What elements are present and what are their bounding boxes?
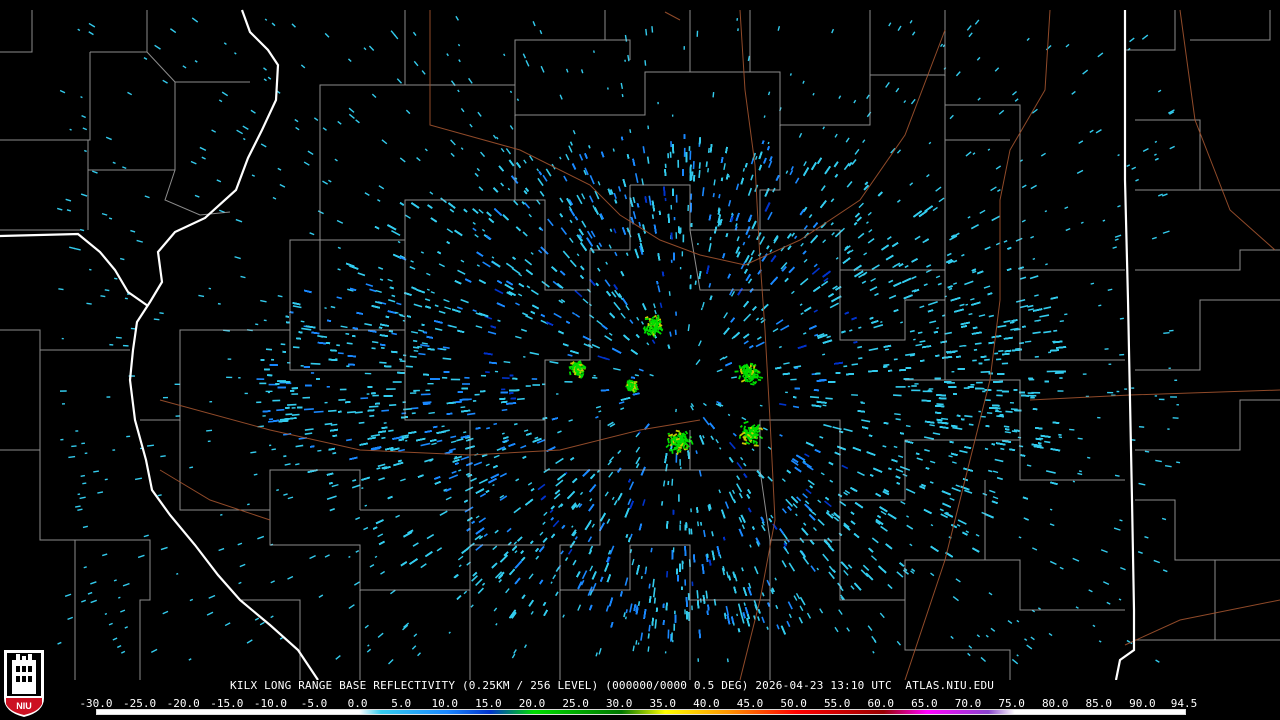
echo-speckle bbox=[677, 159, 680, 168]
echo-speckle bbox=[259, 382, 267, 385]
echo-speckle bbox=[310, 372, 315, 374]
echo-speckle bbox=[420, 393, 431, 396]
echo-speckle bbox=[670, 259, 673, 263]
echo-speckle bbox=[677, 226, 680, 234]
echo-speckle bbox=[326, 386, 330, 388]
echo-speckle bbox=[372, 394, 379, 397]
echo-speckle bbox=[386, 388, 396, 390]
echo-speckle bbox=[271, 358, 275, 361]
echo-speckle bbox=[501, 388, 506, 391]
echo-speckle bbox=[673, 216, 676, 221]
echo-speckle bbox=[1046, 370, 1057, 373]
echo-speckle bbox=[683, 147, 686, 157]
echo-speckle bbox=[272, 399, 281, 402]
echo-speckle bbox=[1059, 377, 1063, 379]
echo-speckle bbox=[982, 390, 986, 393]
echo-speckle bbox=[667, 629, 670, 639]
echo-speckle bbox=[673, 623, 676, 631]
echo-speckle bbox=[485, 371, 490, 374]
echo-speckle bbox=[691, 581, 694, 587]
echo-speckle bbox=[667, 153, 670, 159]
echo-speckle bbox=[531, 378, 538, 380]
echo-speckle bbox=[682, 234, 685, 243]
echo-speckle bbox=[346, 365, 350, 368]
echo-speckle bbox=[976, 381, 983, 384]
echo-speckle bbox=[671, 632, 673, 641]
echo-speckle bbox=[1031, 391, 1041, 394]
echo-speckle bbox=[675, 311, 677, 316]
echo-speckle bbox=[689, 274, 692, 279]
echo-speckle bbox=[450, 378, 461, 381]
echo-speckle bbox=[462, 383, 470, 385]
echo-speckle bbox=[675, 194, 678, 203]
echo-speckle bbox=[474, 393, 480, 396]
echo-speckle bbox=[688, 146, 691, 151]
echo-speckle bbox=[464, 376, 470, 379]
echo-speckle bbox=[480, 374, 487, 377]
echo-speckle bbox=[285, 382, 292, 385]
echo-speckle bbox=[256, 378, 265, 380]
echo-speckle bbox=[970, 384, 975, 386]
echo-speckle bbox=[525, 385, 531, 387]
echo-speckle bbox=[911, 389, 921, 392]
echo-speckle bbox=[392, 381, 402, 383]
echo-speckle bbox=[442, 376, 448, 379]
echo-speckle bbox=[911, 385, 917, 387]
echo-speckle bbox=[532, 384, 540, 386]
echo-speckle bbox=[669, 151, 672, 158]
echo-speckle bbox=[684, 579, 687, 586]
echo-speckle bbox=[895, 386, 906, 388]
echo-speckle bbox=[339, 388, 347, 391]
echo-speckle bbox=[302, 396, 310, 399]
echo-speckle bbox=[996, 389, 1003, 392]
echo-speckle bbox=[674, 610, 676, 615]
echo-speckle bbox=[678, 494, 680, 502]
echo-speckle bbox=[664, 197, 667, 202]
echo-speckle bbox=[664, 163, 667, 169]
echo-speckle bbox=[256, 401, 262, 404]
echo-speckle bbox=[996, 394, 1003, 397]
echo-speckle bbox=[564, 380, 573, 383]
echo-speckle bbox=[670, 141, 672, 148]
echo-speckle bbox=[291, 393, 299, 395]
echo-speckle bbox=[502, 377, 510, 380]
echo-speckle bbox=[472, 400, 477, 402]
echo-speckle bbox=[984, 399, 991, 402]
radar-map bbox=[0, 0, 1280, 680]
echo-speckle bbox=[689, 150, 692, 160]
